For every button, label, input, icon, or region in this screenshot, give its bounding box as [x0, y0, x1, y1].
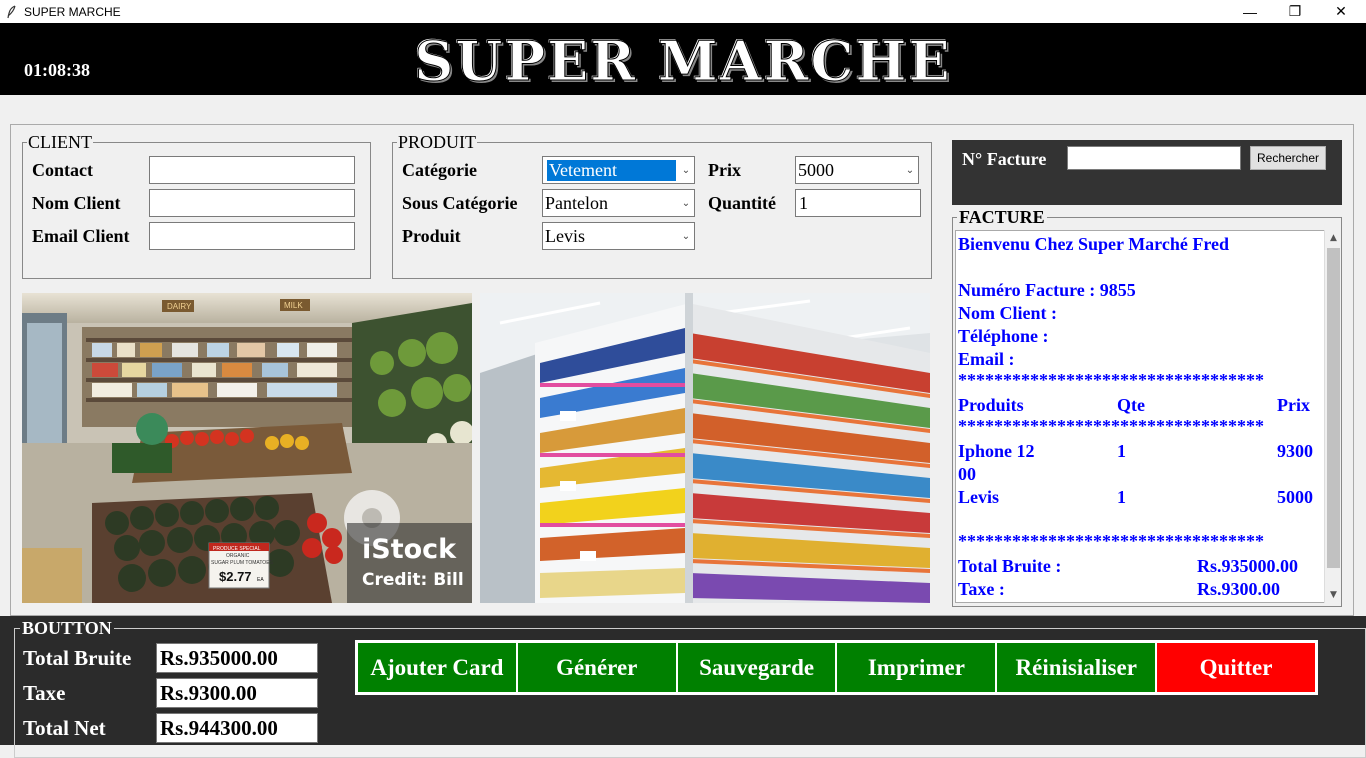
product-select[interactable]: Levis ⌄ — [542, 222, 695, 250]
product-value: Levis — [545, 225, 585, 246]
quantity-label: Quantité — [708, 193, 777, 213]
bill-email: Email : — [958, 349, 1015, 369]
price-label: Prix — [708, 160, 741, 180]
supermarket-shelves-image — [480, 293, 930, 603]
contact-label: Contact — [32, 160, 93, 180]
category-value: Vetement — [547, 159, 676, 181]
price-sign-header: PRODUCE SPECIAL — [213, 546, 261, 552]
bill-item-qty: 1 — [1117, 441, 1126, 461]
feather-icon — [7, 4, 16, 18]
bill-separator: ********************************** — [958, 531, 1264, 551]
chevron-down-icon: ⌄ — [681, 164, 691, 176]
scroll-down-icon[interactable]: ▼ — [1325, 587, 1342, 603]
action-buttons: Ajouter Card Générer Sauvegarde Imprimer… — [355, 640, 1318, 695]
total-gross-value[interactable]: Rs.935000.00 — [156, 643, 318, 673]
total-net-value[interactable]: Rs.944300.00 — [156, 713, 318, 743]
minimize-button[interactable]: — — [1227, 0, 1273, 23]
bill-tax-label: Taxe : — [958, 579, 1005, 599]
bill-invoice-number: Numéro Facture : 9855 — [958, 280, 1136, 300]
bill-item-qty: 1 — [1117, 487, 1126, 507]
total-net-label: Total Net — [23, 716, 106, 740]
price-value: 5000 — [798, 159, 834, 180]
generate-button[interactable]: Générer — [516, 642, 677, 693]
product-label: Produit — [402, 226, 461, 246]
window-titlebar: SUPER MARCHE — ❐ ✕ — [0, 0, 1366, 23]
quit-button[interactable]: Quitter — [1156, 642, 1316, 693]
scrollbar-thumb[interactable] — [1327, 248, 1340, 568]
bill-total-value: Rs.935000.00 — [1197, 556, 1299, 576]
app-header: 01:08:38 SUPER MARCHE — [0, 23, 1366, 95]
supermarket-produce-image: DAIRY MILK PRODUCE SPECIAL ORGANIC SUGAR… — [22, 293, 472, 603]
istock-credit: Credit: Bill — [362, 570, 464, 590]
client-email-input[interactable] — [149, 222, 355, 250]
price-select[interactable]: 5000 ⌄ — [795, 156, 919, 184]
price-sign-price: $2.77 — [219, 569, 252, 584]
bill-client-name: Nom Client : — [958, 303, 1057, 323]
total-gross-label: Total Bruite — [23, 646, 132, 670]
produit-legend: PRODUIT — [398, 132, 477, 152]
bill-col-products: Produits — [958, 395, 1024, 415]
milk-sign: MILK — [284, 301, 303, 310]
invoice-number-label: N° Facture — [962, 149, 1047, 169]
app-title: SUPER MARCHE — [414, 29, 952, 94]
invoice-search-panel: N° Facture Rechercher — [952, 140, 1342, 205]
bill-item-price: 9300 — [1277, 441, 1313, 461]
bill-item-name: Iphone 12 — [958, 441, 1035, 461]
bill-col-qty: Qte — [1117, 395, 1145, 415]
add-to-cart-button[interactable]: Ajouter Card — [357, 642, 517, 693]
price-sign-product: SUGAR PLUM TOMATOES — [211, 560, 274, 566]
client-name-input[interactable] — [149, 189, 355, 217]
bill-scrollbar[interactable]: ▲ ▼ — [1324, 230, 1341, 603]
bill-separator: ********************************** — [958, 370, 1264, 390]
scroll-up-icon[interactable]: ▲ — [1325, 230, 1342, 246]
price-sign-organic: ORGANIC — [226, 553, 250, 559]
client-email-label: Email Client — [32, 226, 130, 246]
bill-item-price: 5000 — [1277, 487, 1313, 507]
save-button[interactable]: Sauvegarde — [676, 642, 837, 693]
client-name-label: Nom Client — [32, 193, 121, 213]
bill-textarea[interactable]: Bienvenu Chez Super Marché Fred Numéro F… — [955, 230, 1327, 603]
chevron-down-icon: ⌄ — [681, 197, 691, 209]
print-button[interactable]: Imprimer — [836, 642, 997, 693]
contact-input[interactable] — [149, 156, 355, 184]
reset-button[interactable]: Réinisialiser — [996, 642, 1157, 693]
dairy-sign: DAIRY — [167, 302, 192, 311]
minimize-icon: — — [1243, 3, 1257, 20]
close-window-button[interactable]: ✕ — [1318, 0, 1364, 23]
bill-item-name-wrap: 00 — [958, 464, 976, 484]
bill-welcome: Bienvenu Chez Super Marché Fred — [958, 234, 1229, 254]
subcategory-value: Pantelon — [545, 192, 608, 213]
tax-value[interactable]: Rs.9300.00 — [156, 678, 318, 708]
client-legend: CLIENT — [28, 132, 92, 152]
category-select[interactable]: Vetement ⌄ — [542, 156, 695, 184]
bill-total-label: Total Bruite : — [958, 556, 1062, 576]
search-button[interactable]: Rechercher — [1250, 146, 1326, 170]
window-title: SUPER MARCHE — [24, 4, 121, 19]
price-sign-unit: EA — [257, 577, 264, 583]
category-label: Catégorie — [402, 160, 477, 180]
restore-icon: ❐ — [1288, 3, 1302, 19]
tax-label: Taxe — [23, 681, 66, 705]
invoice-number-input[interactable] — [1067, 146, 1241, 170]
istock-watermark: iStock — [362, 534, 457, 565]
close-icon: ✕ — [1335, 3, 1347, 19]
button-panel-legend: BOUTTON — [20, 618, 114, 639]
chevron-down-icon: ⌄ — [681, 230, 691, 242]
bill-col-price: Prix — [1277, 395, 1310, 415]
bill-tax-value: Rs.9300.00 — [1197, 579, 1281, 599]
subcategory-select[interactable]: Pantelon ⌄ — [542, 189, 695, 217]
restore-button[interactable]: ❐ — [1272, 0, 1318, 23]
subcategory-label: Sous Catégorie — [402, 193, 518, 213]
bill-phone: Téléphone : — [958, 326, 1049, 346]
chevron-down-icon: ⌄ — [905, 164, 915, 176]
quantity-input[interactable] — [795, 189, 921, 217]
bill-separator: ********************************** — [958, 416, 1264, 436]
bill-item-name: Levis — [958, 487, 1000, 507]
facture-legend: FACTURE — [957, 207, 1047, 228]
